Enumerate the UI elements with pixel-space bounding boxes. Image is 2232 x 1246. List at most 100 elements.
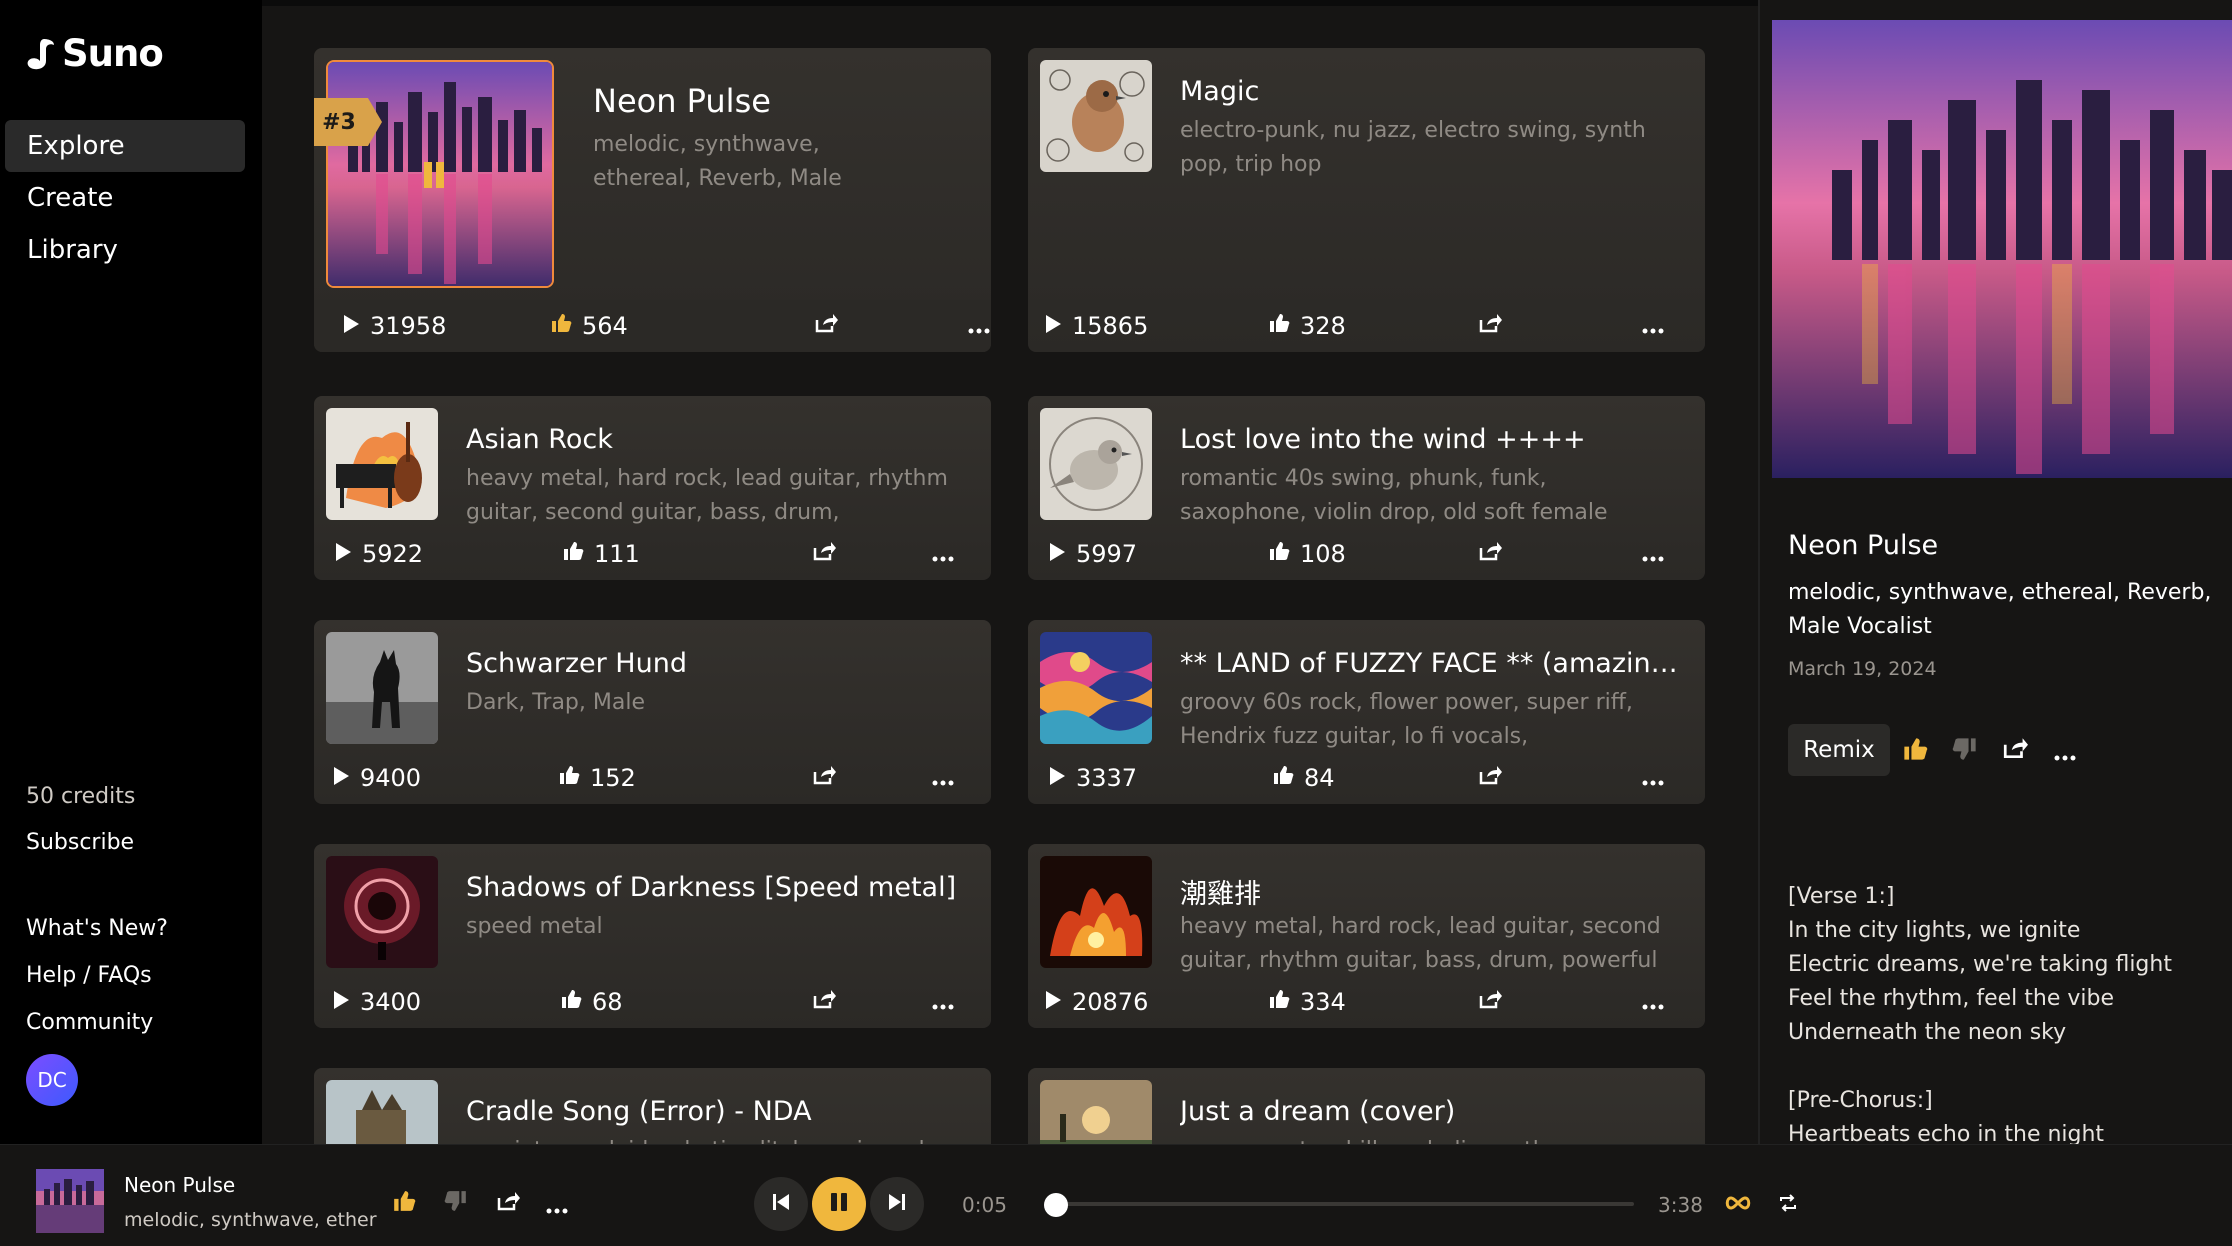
thumbs-down-icon [444,1191,468,1217]
like-button[interactable]: 108 [1268,540,1346,568]
song-title[interactable]: Shadows of Darkness [Speed metal] [466,872,966,903]
progress-track[interactable] [1044,1202,1634,1206]
play-button[interactable]: 3400 [332,988,421,1016]
song-artwork[interactable] [326,1080,438,1144]
share-button[interactable] [1478,764,1502,792]
play-button[interactable]: 20876 [1044,988,1148,1016]
play-button[interactable]: 5922 [334,540,423,568]
play-button[interactable]: 9400 [332,764,421,792]
loop-button[interactable] [1724,1195,1752,1215]
whats-new-link[interactable]: What's New? [26,916,168,941]
share-button[interactable] [1478,312,1502,340]
help-faqs-link[interactable]: Help / FAQs [26,963,152,988]
user-avatar[interactable]: DC [26,1054,78,1106]
pause-button[interactable] [812,1177,866,1231]
share-button[interactable] [496,1190,520,1216]
like-button[interactable]: 84 [1272,764,1335,792]
more-options-button[interactable] [1642,764,1664,792]
song-title[interactable]: 潮雞排 [1180,872,1680,911]
like-button[interactable]: 334 [1268,988,1346,1016]
credits-count: 50 credits [26,784,136,809]
next-button[interactable] [870,1177,924,1231]
song-artwork[interactable] [1040,632,1152,744]
song-artwork[interactable] [326,60,554,288]
like-button[interactable]: 328 [1268,312,1346,340]
song-artwork[interactable] [326,856,438,968]
song-tags: a quiet, vocaloid, robotic glitch, eerie… [466,1134,966,1144]
player-title[interactable]: Neon Pulse [124,1173,235,1197]
like-button[interactable] [1902,736,1928,766]
dislike-button[interactable] [1952,736,1978,766]
progress-handle[interactable] [1043,1193,1068,1217]
more-options-button[interactable] [968,312,990,340]
song-title[interactable]: Magic [1180,76,1680,107]
more-options-button[interactable] [1642,312,1664,340]
ellipsis-icon [932,540,954,568]
song-artwork[interactable] [1040,60,1152,172]
like-button[interactable]: 111 [562,540,640,568]
more-options-button[interactable] [546,1199,568,1218]
share-button[interactable] [812,540,836,568]
song-card[interactable]: Shadows of Darkness [Speed metal] speed … [314,844,991,1028]
nav-library[interactable]: Library [5,224,245,276]
more-options-button[interactable] [1642,540,1664,568]
song-title[interactable]: Asian Rock [466,424,966,455]
song-card[interactable]: Magic electro-punk, nu jazz, electro swi… [1028,48,1705,352]
song-artwork[interactable] [326,632,438,744]
song-artwork[interactable] [326,408,438,520]
nav-explore[interactable]: Explore [5,120,245,172]
dislike-button[interactable] [444,1189,468,1217]
player-artwork[interactable] [36,1169,104,1233]
song-artwork[interactable] [1040,856,1152,968]
like-count: 84 [1304,764,1335,792]
like-button[interactable] [392,1189,416,1217]
thumbs-up-icon [560,988,582,1016]
play-button[interactable]: 31958 [342,312,446,340]
song-artwork[interactable] [1040,408,1152,520]
previous-button[interactable] [754,1177,808,1231]
thumbs-down-icon [1952,738,1978,766]
song-title[interactable]: Lost love into the wind ++++ [1180,424,1680,455]
more-options-button[interactable] [1642,988,1664,1016]
song-card[interactable]: 潮雞排 heavy metal, hard rock, lead guitar,… [1028,844,1705,1028]
song-title[interactable]: Schwarzer Hund [466,648,966,679]
song-artwork[interactable] [1040,1080,1152,1144]
song-card[interactable]: #3 Neon Pulse melodic, synthwave, ethere… [314,48,991,352]
bird-sketch-artwork-icon [1040,408,1152,520]
play-icon [342,312,360,340]
more-options-button[interactable] [932,988,954,1016]
more-options-button[interactable] [932,764,954,792]
share-button[interactable] [812,988,836,1016]
like-button[interactable]: 564 [550,312,628,340]
song-card[interactable]: Cradle Song (Error) - NDA a quiet, vocal… [314,1068,991,1144]
song-card[interactable]: Schwarzer Hund Dark, Trap, Male 9400 152 [314,620,991,804]
community-link[interactable]: Community [26,1010,153,1035]
share-button[interactable] [1478,540,1502,568]
suno-logo[interactable]: Suno [26,32,164,75]
share-button[interactable] [1478,988,1502,1016]
share-button[interactable] [812,764,836,792]
play-icon [1048,764,1066,792]
nav-create[interactable]: Create [5,172,245,224]
song-title[interactable]: Cradle Song (Error) - NDA [466,1096,966,1127]
more-options-button[interactable] [932,540,954,568]
repeat-button[interactable] [1778,1193,1798,1217]
remix-button[interactable]: Remix [1788,724,1890,776]
song-card[interactable]: Just a dream (cover) reggae roots, chill… [1028,1068,1705,1144]
play-button[interactable]: 15865 [1044,312,1148,340]
song-title[interactable]: ** LAND of FUZZY FACE ** (amazing... [1180,648,1680,679]
song-title[interactable]: Neon Pulse [593,82,991,120]
share-button[interactable] [814,312,838,340]
song-card[interactable]: ** LAND of FUZZY FACE ** (amazing... gro… [1028,620,1705,804]
subscribe-link[interactable]: Subscribe [26,830,134,855]
song-title[interactable]: Just a dream (cover) [1180,1096,1680,1127]
lyric-line: Electric dreams, we're taking flight [1788,952,2172,977]
like-button[interactable]: 152 [558,764,636,792]
song-card[interactable]: Lost love into the wind ++++ romantic 40… [1028,396,1705,580]
play-button[interactable]: 5997 [1048,540,1137,568]
play-button[interactable]: 3337 [1048,764,1137,792]
share-button[interactable] [2002,736,2028,764]
like-button[interactable]: 68 [560,988,623,1016]
more-options-button[interactable] [2054,746,2076,765]
song-card[interactable]: Asian Rock heavy metal, hard rock, lead … [314,396,991,580]
